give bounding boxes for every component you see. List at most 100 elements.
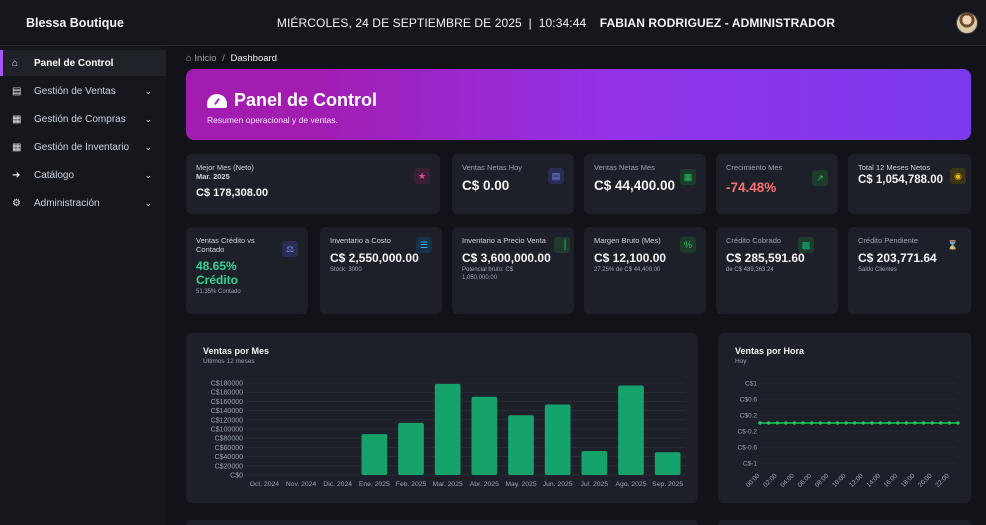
chevron-down-icon: ⌄ — [144, 169, 152, 180]
main-content: ⌂ Inicio / Dashboard Panel de Control Re… — [166, 46, 986, 525]
y-tick-label: C$1 — [745, 381, 757, 388]
x-tick-label: 20:00 — [917, 472, 934, 489]
x-tick-label: Mar. 2025 — [433, 481, 463, 488]
coins-icon: ◉ — [950, 168, 966, 184]
sidebar-item-label: Panel de Control — [34, 57, 114, 69]
data-point — [809, 421, 814, 425]
bar — [471, 396, 498, 475]
kpi-label: Inventario a Precio Venta — [462, 236, 546, 245]
next-panel-edge — [718, 520, 971, 525]
sidebar-item-gestion-ventas[interactable]: ▤ Gestión de Ventas ⌄ — [0, 78, 166, 104]
trend-icon: ↗ — [812, 170, 828, 186]
hero-banner: Panel de Control Resumen operacional y d… — [186, 69, 971, 140]
x-tick-label: 18:00 — [900, 472, 917, 489]
percent-icon: % — [680, 237, 696, 253]
scale-icon: ⚖ — [282, 241, 298, 257]
data-point — [844, 421, 848, 425]
kpi-subtext: 51.35% Contado — [196, 288, 241, 295]
y-tick-label: C$-0.6 — [737, 445, 757, 452]
sidebar-item-administracion[interactable]: ⚙ Administración ⌄ — [0, 190, 166, 216]
breadcrumb: ⌂ Inicio / Dashboard — [186, 53, 277, 64]
bar — [508, 415, 534, 475]
x-tick-label: 08:00 — [814, 472, 831, 489]
data-point — [921, 421, 926, 425]
x-tick-label: Oct. 2024 — [250, 481, 280, 488]
x-tick-label: May. 2025 — [505, 481, 536, 488]
chevron-down-icon: ⌄ — [144, 85, 152, 96]
avatar[interactable] — [956, 12, 978, 34]
x-tick-label: 00:00 — [745, 472, 762, 489]
x-tick-label: Ene. 2025 — [359, 481, 390, 488]
x-tick-label: Jul. 2025 — [581, 481, 609, 488]
y-tick-label: C$180000 — [211, 381, 243, 388]
data-point — [887, 421, 891, 425]
kpi-card-credit-pending: Crédito Pendiente C$ 203,771.64 Saldo Cl… — [848, 227, 971, 314]
x-tick-label: 06:00 — [797, 472, 814, 489]
kpi-value: C$ 203,771.64 — [858, 251, 937, 266]
kpi-subtext: Potencial bruto: C$ 1,050,000.00 — [462, 267, 514, 281]
kpi-value: C$ 12,100.00 — [594, 251, 667, 266]
breadcrumb-home[interactable]: Inicio — [194, 53, 216, 64]
next-panel-edge — [186, 520, 698, 525]
calendar-icon: ▦ — [680, 169, 696, 185]
trophy-icon: ★ — [414, 168, 430, 184]
bar — [434, 383, 461, 475]
gauge-icon — [207, 93, 227, 108]
y-tick-label: C$-0.2 — [737, 429, 757, 436]
kpi-subtext: de C$ 489,363.24 — [726, 267, 774, 274]
y-tick-label: C$180000 — [211, 390, 243, 397]
y-tick-label: C$140000 — [211, 408, 243, 415]
y-tick-label: C$20000 — [215, 463, 244, 470]
sidebar-item-panel-de-control[interactable]: ⌂ Panel de Control — [0, 50, 166, 76]
sidebar-item-gestion-compras[interactable]: ▦ Gestión de Compras ⌄ — [0, 106, 166, 132]
x-tick-label: Ago. 2025 — [616, 481, 647, 488]
kpi-value: 48.65% — [196, 258, 237, 273]
sidebar-item-label: Gestión de Inventario — [34, 141, 130, 153]
kpi-value: C$ 178,308.00 — [196, 186, 269, 199]
kpi-card-gross-margin: Margen Bruto (Mes) C$ 12,100.00 27.25% d… — [584, 227, 706, 314]
x-tick-label: 10:00 — [831, 472, 848, 489]
sidebar-item-catalogo[interactable]: ➜ Catálogo ⌄ — [0, 162, 166, 188]
kpi-subtext: 27.25% de C$ 44,400.00 — [594, 267, 661, 274]
sidebar-item-gestion-inventario[interactable]: ▦ Gestión de Inventario ⌄ — [0, 134, 166, 160]
sidebar-item-label: Catálogo — [34, 169, 75, 181]
data-point — [904, 421, 909, 425]
x-tick-label: 04:00 — [779, 472, 796, 489]
x-tick-label: Feb. 2025 — [396, 481, 427, 488]
data-point — [801, 421, 805, 425]
home-icon: ⌂ — [12, 57, 19, 69]
boxes-icon: ▦ — [12, 113, 22, 125]
data-point — [947, 421, 952, 425]
chevron-down-icon: ⌄ — [144, 141, 152, 152]
kpi-label: Total 12 Meses Netos — [858, 163, 931, 172]
x-tick-label: Nov. 2024 — [286, 481, 317, 488]
chart-card-hourly-sales: Ventas por Hora Hoy C$1 C$0.6 C$0.2 C$-0.2 C… — [718, 333, 971, 503]
top-status: MIÉRCOLES, 24 DE SEPTIEMBRE DE 2025 | 10… — [166, 16, 986, 30]
data-point — [784, 421, 788, 425]
store-icon: ▤ — [12, 85, 22, 97]
bar — [361, 434, 388, 475]
x-tick-label: 16:00 — [883, 472, 900, 489]
data-point — [818, 421, 822, 425]
sidebar: ⌂ Panel de Control ▤ Gestión de Ventas ⌄… — [0, 46, 166, 525]
chevron-down-icon: ⌄ — [144, 197, 152, 208]
bar — [654, 452, 681, 475]
brand-name[interactable]: Blessa Boutique — [0, 16, 166, 30]
y-tick-label: C$0.2 — [740, 413, 758, 420]
y-tick-label: C$80000 — [215, 436, 244, 443]
page-title: Panel de Control — [207, 90, 971, 111]
page-title-text: Panel de Control — [234, 90, 378, 110]
store-icon: ▤ — [548, 168, 564, 184]
y-tick-label: C$120000 — [211, 417, 243, 424]
y-tick-label: C$0.6 — [740, 397, 758, 404]
y-tick-label: C$100000 — [211, 427, 243, 434]
hourglass-icon: ⌛ — [947, 239, 959, 250]
data-point — [913, 421, 917, 425]
sidebar-item-label: Gestión de Ventas — [34, 85, 116, 97]
kpi-card-best-month: Mejor Mes (Neto) Mar. 2025 C$ 178,308.00… — [186, 154, 440, 214]
data-point — [870, 421, 874, 425]
chevron-down-icon: ⌄ — [144, 113, 152, 124]
user-label: FABIAN RODRIGUEZ - ADMINISTRADOR — [599, 15, 836, 30]
kpi-card-growth: Crecimiento Mes -74.48% ↗ — [716, 154, 838, 214]
y-tick-label: C$60000 — [215, 445, 244, 452]
